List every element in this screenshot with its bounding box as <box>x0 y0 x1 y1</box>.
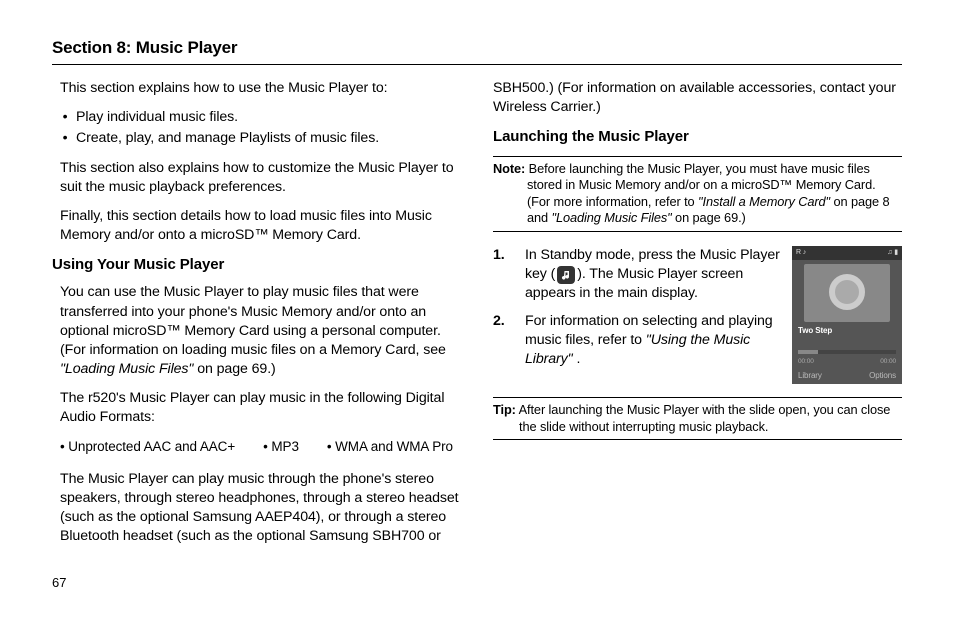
audio-formats-list: Unprotected AAC and AAC+ MP3 WMA and WMA… <box>60 438 461 456</box>
ipod-wheel-icon <box>829 274 865 310</box>
softkey-right: Options <box>869 371 896 382</box>
page-number: 67 <box>52 575 902 590</box>
step-number: 1. <box>493 246 511 304</box>
tip-label: Tip: <box>493 402 516 417</box>
ordered-steps: 1. In Standby mode, press the Music Play… <box>493 246 782 377</box>
paragraph: The r520's Music Player can play music i… <box>60 389 461 427</box>
step-item: 1. In Standby mode, press the Music Play… <box>493 246 782 304</box>
step-text: In Standby mode, press the Music Player … <box>525 246 782 304</box>
text-run: You can use the Music Player to play mus… <box>60 284 446 358</box>
note-label: Note: <box>493 161 525 176</box>
tip-text: After launching the Music Player with th… <box>516 402 890 434</box>
bullet-text: Play individual music files. <box>76 108 238 127</box>
intro-bullets: • Play individual music files. • Create,… <box>60 108 461 148</box>
two-column-layout: This section explains how to use the Mus… <box>52 79 902 557</box>
bullet-item: • Create, play, and manage Playlists of … <box>60 129 461 148</box>
step-number: 2. <box>493 312 511 370</box>
steps-with-screenshot: 1. In Standby mode, press the Music Play… <box>493 246 902 391</box>
paragraph: The Music Player can play music through … <box>60 470 461 547</box>
paragraph-continuation: SBH500.) (For information on available a… <box>493 79 902 117</box>
step-text: For information on selecting and playing… <box>525 312 782 370</box>
bullet-dot-icon: • <box>60 129 70 148</box>
manual-page: Section 8: Music Player This section exp… <box>0 0 954 610</box>
paragraph: You can use the Music Player to play mus… <box>60 283 461 379</box>
cross-reference: "Loading Music Files" <box>60 361 193 377</box>
cross-reference: "Install a Memory Card" <box>698 194 830 209</box>
softkey-left: Library <box>798 371 822 382</box>
music-player-screenshot: R ♪♫ ▮ Two Step 00:0000:00 Library Optio… <box>792 246 902 384</box>
bullet-item: • Play individual music files. <box>60 108 461 127</box>
note-text: on page 69.) <box>672 210 746 225</box>
bullet-text: Create, play, and manage Playlists of mu… <box>76 129 379 148</box>
format-item: Unprotected AAC and AAC+ <box>60 438 235 456</box>
right-column: SBH500.) (For information on available a… <box>493 79 902 557</box>
screenshot-artist <box>792 337 902 346</box>
screenshot-statusbar: R ♪♫ ▮ <box>792 246 902 260</box>
subheading-launching: Launching the Music Player <box>493 127 902 147</box>
intro-text: This section explains how to use the Mus… <box>60 79 461 98</box>
paragraph: This section also explains how to custom… <box>60 159 461 197</box>
note-callout: Note: Before launching the Music Player,… <box>493 156 902 233</box>
format-item: MP3 <box>263 438 299 456</box>
section-title: Section 8: Music Player <box>52 38 902 65</box>
tip-callout: Tip: After launching the Music Player wi… <box>493 397 902 440</box>
screenshot-softkeys: Library Options <box>792 371 902 382</box>
text-run: . <box>573 351 581 367</box>
screenshot-album-art <box>804 264 890 322</box>
music-key-icon <box>557 266 575 284</box>
left-column: This section explains how to use the Mus… <box>52 79 461 557</box>
screenshot-progress-bar <box>798 350 896 354</box>
bullet-dot-icon: • <box>60 108 70 127</box>
format-item: WMA and WMA Pro <box>327 438 453 456</box>
cross-reference: "Loading Music Files" <box>552 210 672 225</box>
step-item: 2. For information on selecting and play… <box>493 312 782 370</box>
screenshot-time: 00:0000:00 <box>792 358 902 367</box>
subheading-using: Using Your Music Player <box>52 255 461 275</box>
screenshot-track-title: Two Step <box>792 326 902 337</box>
paragraph: Finally, this section details how to loa… <box>60 207 461 245</box>
text-run: on page 69.) <box>193 361 275 377</box>
